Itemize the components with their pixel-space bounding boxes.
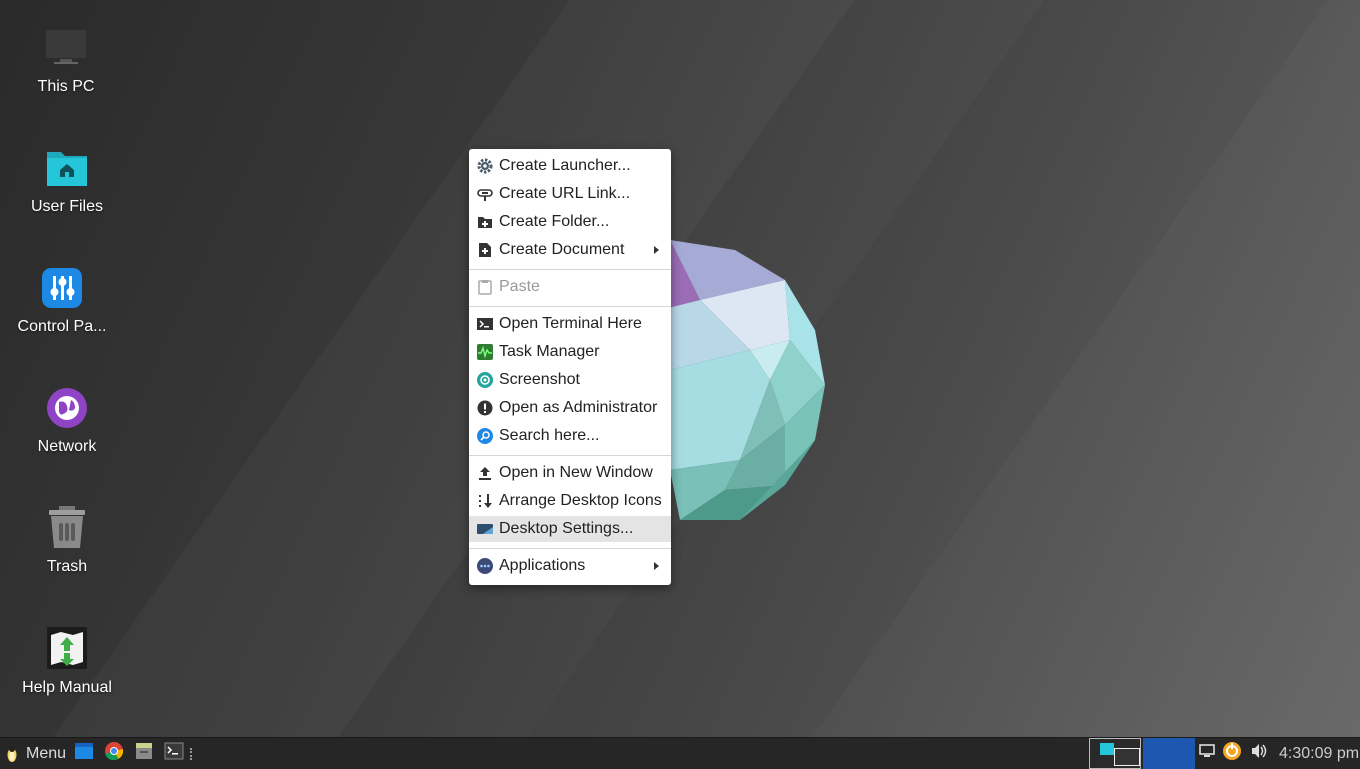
screenshot-icon: [477, 372, 493, 388]
volume-tray[interactable]: [1250, 738, 1268, 769]
menu-separator: [469, 306, 671, 307]
applications-icon: [477, 558, 493, 574]
menu-item-desktop-settings[interactable]: Desktop Settings...: [469, 516, 671, 542]
desktop-icon-label: User Files: [30, 198, 103, 215]
workspace-switcher[interactable]: [1089, 738, 1195, 769]
menu-item-create-folder[interactable]: Create Folder...: [469, 209, 671, 235]
volume-icon: [1250, 743, 1268, 764]
new-document-icon: [477, 242, 493, 258]
file-manager-launcher[interactable]: [74, 738, 94, 769]
file-manager-icon: [74, 742, 94, 765]
menu-item-open-terminal[interactable]: Open Terminal Here: [469, 311, 671, 337]
arrange-icon: [477, 493, 493, 509]
clock[interactable]: 4:30:09 pm: [1279, 738, 1359, 769]
menu-separator: [469, 455, 671, 456]
computer-icon: [44, 26, 88, 70]
update-tray[interactable]: [1222, 738, 1242, 769]
menu-item-search-here[interactable]: Search here...: [469, 423, 671, 449]
desktop-icon-help-manual[interactable]: Help Manual: [12, 627, 122, 697]
new-folder-icon: [477, 214, 493, 230]
desktop-icon-trash[interactable]: Trash: [12, 506, 122, 576]
display-icon: [1199, 744, 1215, 763]
control-panel-icon: [40, 266, 84, 310]
menu-item-create-document[interactable]: Create Document: [469, 237, 671, 263]
files-icon: [134, 741, 154, 766]
menu-item-create-url-link[interactable]: Create URL Link...: [469, 181, 671, 207]
search-icon: [477, 428, 493, 444]
clock-text: 4:30:09 pm: [1279, 744, 1360, 762]
taskbar-overflow-handle[interactable]: [190, 738, 195, 769]
chrome-icon: [104, 741, 124, 766]
chrome-launcher[interactable]: [104, 738, 124, 769]
workspace-1[interactable]: [1089, 738, 1141, 769]
menu-separator: [469, 548, 671, 549]
display-tray[interactable]: [1199, 738, 1215, 769]
workspace-2[interactable]: [1143, 738, 1195, 769]
desktop-icon-label: Trash: [46, 558, 88, 575]
task-manager-icon: [477, 344, 493, 360]
window-preview-icon: [1100, 743, 1114, 755]
drag-handle-icon: [190, 747, 195, 760]
start-menu-label: Menu: [26, 744, 67, 762]
menu-separator: [469, 269, 671, 270]
terminal-launcher[interactable]: [164, 738, 184, 769]
desktop-icon-control-panel[interactable]: Control Pa...: [7, 266, 117, 336]
clipboard-icon: [477, 279, 493, 295]
menu-item-arrange-desktop-icons[interactable]: Arrange Desktop Icons: [469, 488, 671, 514]
admin-icon: [477, 400, 493, 416]
trash-icon: [45, 506, 89, 550]
taskbar: Menu 4:30:09 pm: [0, 737, 1360, 769]
submenu-arrow-icon: [654, 562, 659, 570]
update-icon: [1222, 741, 1242, 766]
open-window-icon: [477, 465, 493, 481]
desktop-icon-user-files[interactable]: User Files: [12, 146, 122, 216]
desktop-icon-label: Control Pa...: [17, 318, 107, 335]
linux-penguin-icon: [6, 745, 18, 763]
desktop-settings-icon: [477, 521, 493, 537]
submenu-arrow-icon: [654, 246, 659, 254]
menu-item-screenshot[interactable]: Screenshot: [469, 367, 671, 393]
menu-item-task-manager[interactable]: Task Manager: [469, 339, 671, 365]
desktop-context-menu: Create Launcher... Create URL Link... Cr…: [469, 149, 671, 585]
desktop-icon-label: This PC: [37, 78, 95, 95]
start-menu-button[interactable]: Menu: [6, 738, 66, 769]
menu-item-create-launcher[interactable]: Create Launcher...: [469, 153, 671, 179]
gear-icon: [477, 158, 493, 174]
desktop-icon-this-pc[interactable]: This PC: [11, 26, 121, 96]
desktop-icon-label: Help Manual: [22, 679, 112, 696]
files-launcher[interactable]: [134, 738, 154, 769]
help-manual-icon: [45, 627, 89, 671]
home-folder-icon: [45, 146, 89, 190]
network-globe-icon: [45, 386, 89, 430]
link-icon: [477, 186, 493, 202]
desktop-icon-label: Network: [37, 438, 97, 455]
terminal-preview-icon: [1114, 748, 1140, 766]
menu-item-applications[interactable]: Applications: [469, 553, 671, 579]
menu-item-open-as-administrator[interactable]: Open as Administrator: [469, 395, 671, 421]
menu-item-open-in-new-window[interactable]: Open in New Window: [469, 460, 671, 486]
terminal-icon: [477, 316, 493, 332]
terminal-icon: [164, 742, 184, 765]
desktop-icon-network[interactable]: Network: [12, 386, 122, 456]
menu-item-paste[interactable]: Paste: [469, 274, 671, 300]
